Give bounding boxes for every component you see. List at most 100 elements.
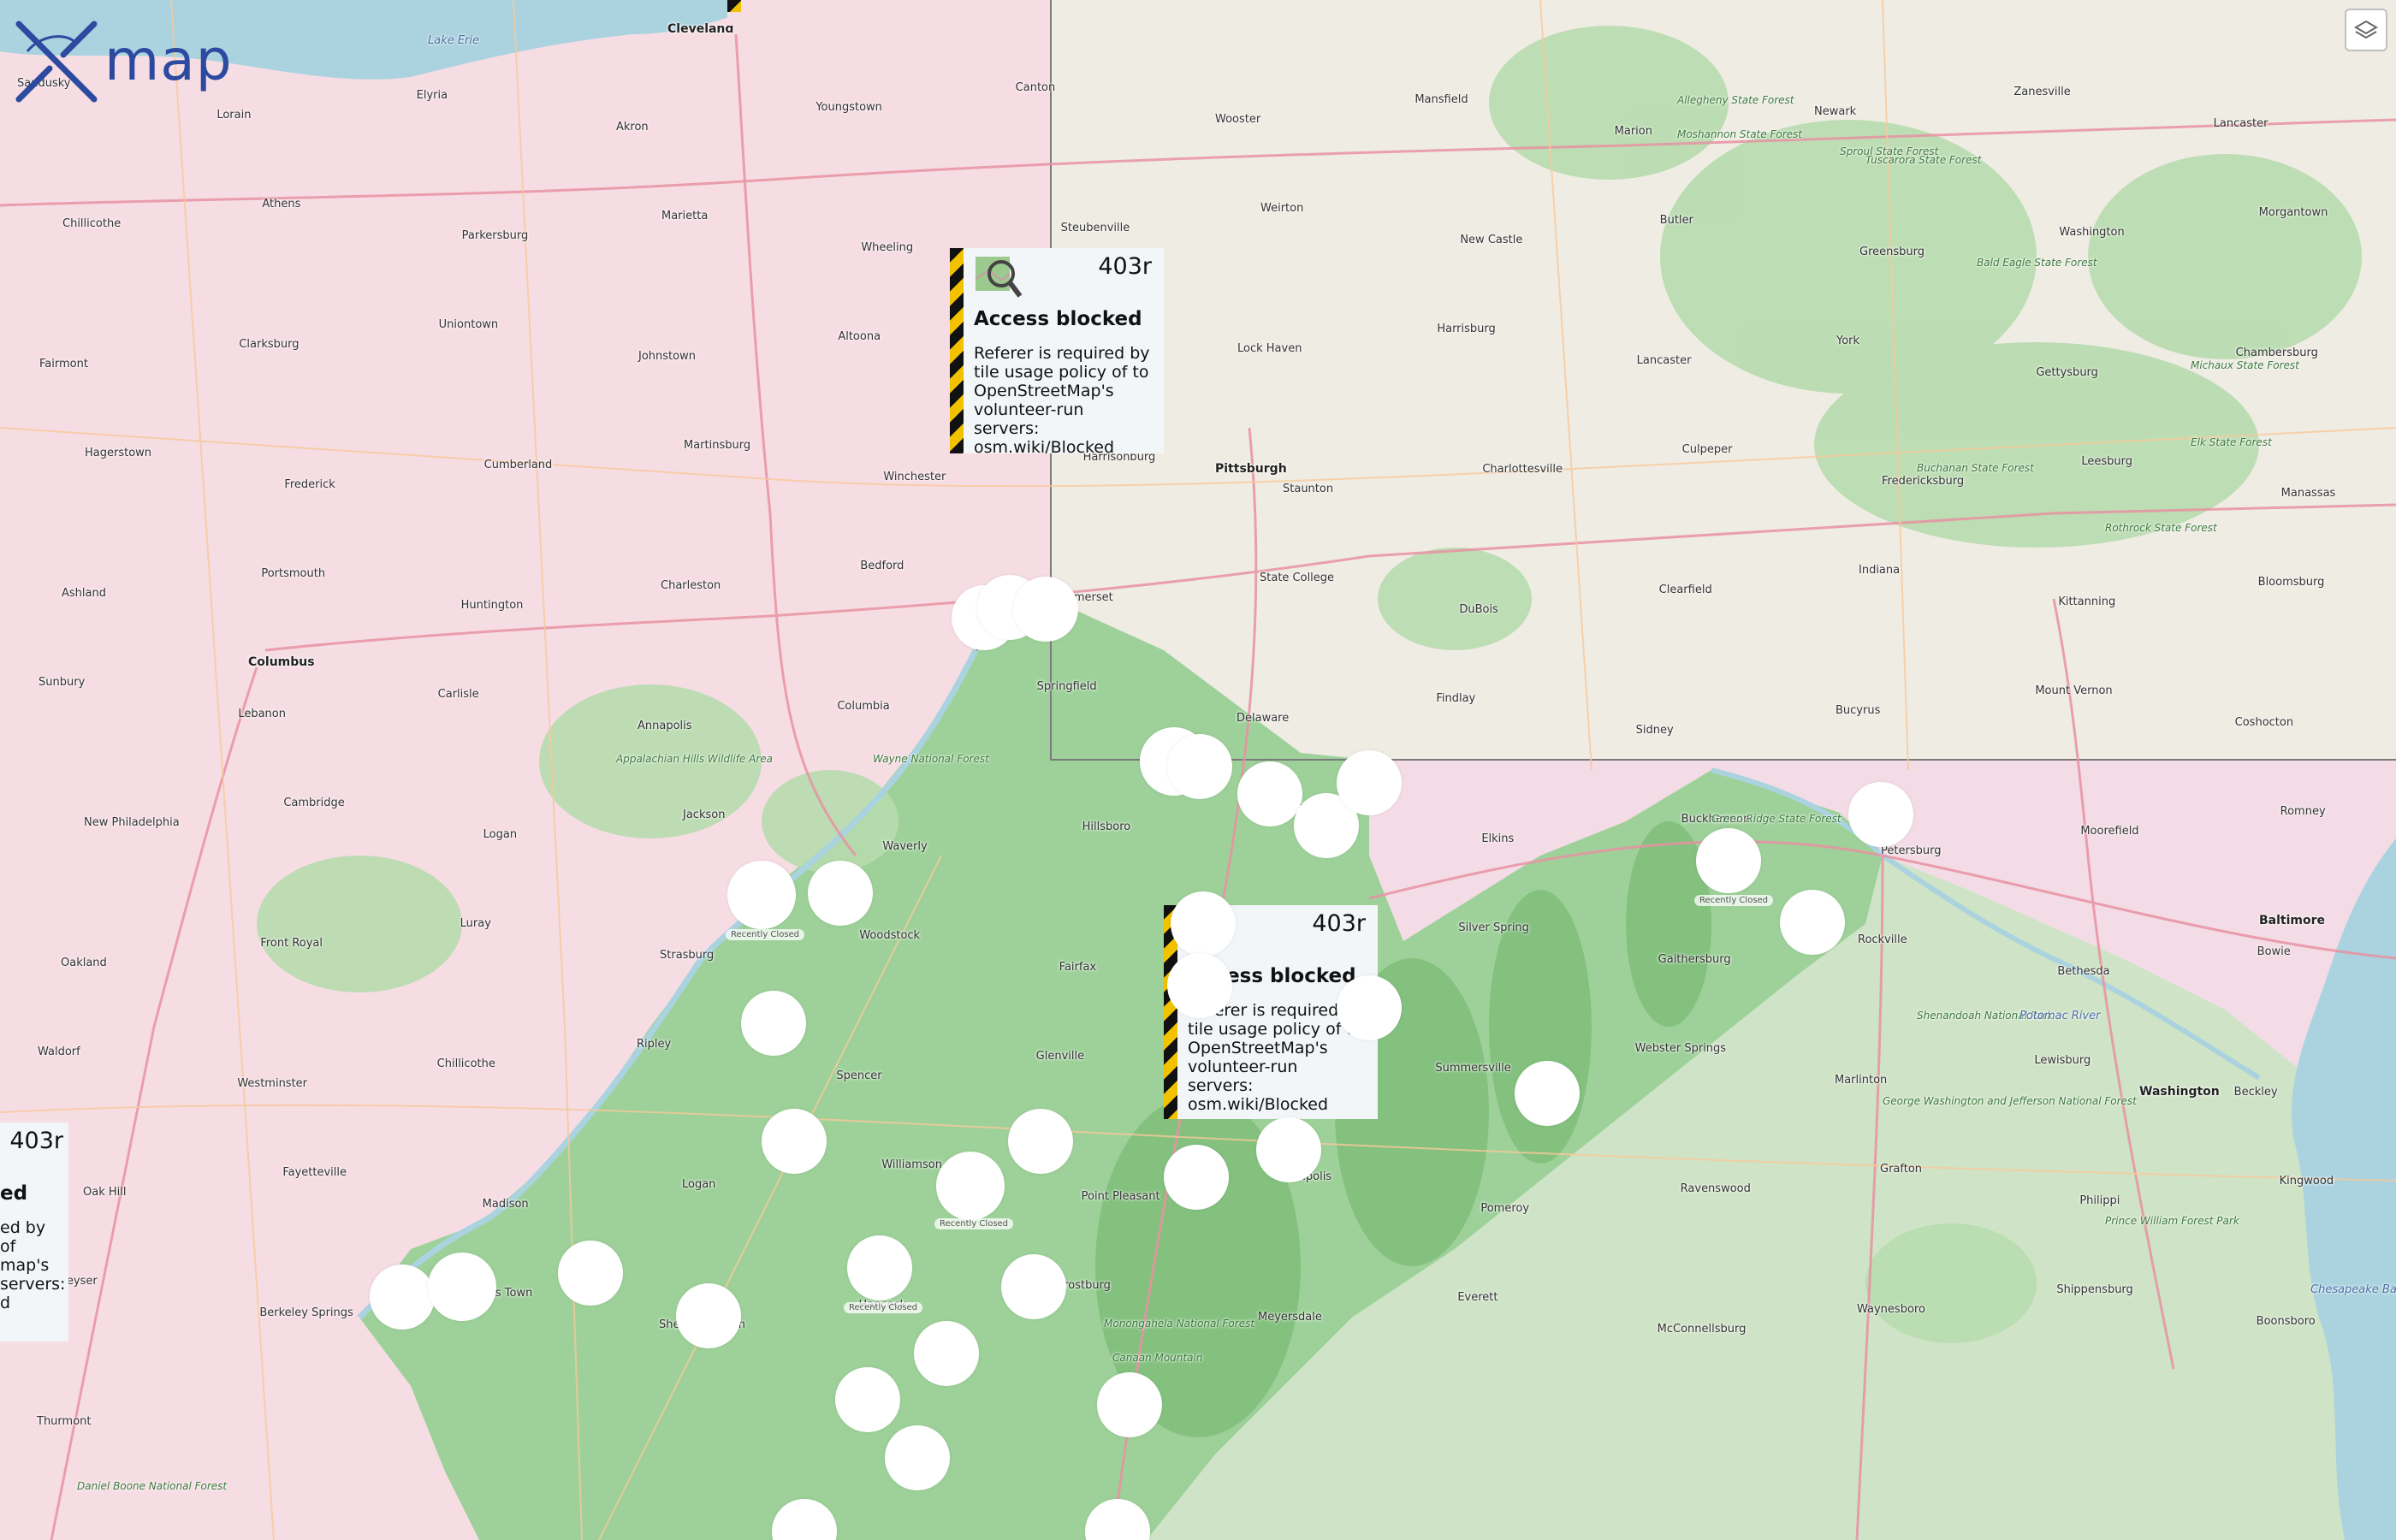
map-marker[interactable] <box>1171 891 1236 957</box>
map-marker[interactable] <box>1696 828 1761 893</box>
place-label: Bucyrus <box>1836 704 1881 717</box>
map-marker[interactable] <box>676 1283 741 1348</box>
place-label: Marlinton <box>1835 1074 1888 1087</box>
marker-label: Recently Closed <box>726 929 805 940</box>
place-label: Mount Vernon <box>2035 684 2113 697</box>
place-label: Coshocton <box>2234 716 2294 729</box>
place-label: Canaan Mountain <box>1112 1352 1203 1364</box>
place-label: Boonsboro <box>2256 1315 2316 1328</box>
place-label: Washington <box>2059 226 2125 239</box>
map-marker[interactable] <box>741 991 806 1056</box>
marker-label: Recently Closed <box>1694 895 1774 906</box>
place-label: George Washington and Jefferson National… <box>1883 1095 2137 1107</box>
place-label: Bald Eagle State Forest <box>1977 257 2097 269</box>
map-marker[interactable] <box>808 861 873 926</box>
map-viewport[interactable]: Cleveland Pittsburgh Columbus Baltimore Wash… <box>0 0 2396 1540</box>
marker-label: Recently Closed <box>844 1302 923 1313</box>
place-label: Bowie <box>2257 945 2291 958</box>
place-label: Springfield <box>1036 680 1097 693</box>
place-label: Kingwood <box>2279 1175 2334 1188</box>
place-label: Winchester <box>883 471 946 483</box>
hazard-stripe <box>950 248 964 453</box>
place-label: Portsmouth <box>261 567 326 580</box>
place-label: Weirton <box>1260 202 1304 215</box>
place-label: Marion <box>1614 125 1652 138</box>
place-label: Lake Erie <box>428 34 480 47</box>
map-marker[interactable] <box>1001 1254 1066 1319</box>
map-marker[interactable] <box>1167 734 1232 799</box>
place-label: Berkeley Springs <box>259 1306 353 1319</box>
map-marker[interactable] <box>1167 953 1232 1018</box>
place-label: York <box>1836 335 1860 347</box>
place-label: Rothrock State Forest <box>2105 522 2217 534</box>
place-label: Carlisle <box>437 688 479 701</box>
map-marker[interactable] <box>370 1265 435 1330</box>
place-label: Allegheny State Forest <box>1677 94 1794 106</box>
map-marker[interactable] <box>936 1152 1005 1220</box>
place-label: Fredericksburg <box>1882 475 1965 488</box>
map-marker[interactable] <box>1256 1117 1321 1182</box>
place-label: Moshannon State Forest <box>1677 128 1802 140</box>
app-logo[interactable]: map <box>15 17 246 106</box>
place-label: Meyersdale <box>1258 1311 1322 1324</box>
place-label: Cambridge <box>283 797 345 809</box>
place-label: Clarksburg <box>239 338 300 351</box>
map-marker[interactable] <box>1337 975 1402 1040</box>
place-label: Madison <box>482 1198 529 1211</box>
map-marker[interactable] <box>1164 1145 1229 1210</box>
map-marker[interactable] <box>558 1241 623 1306</box>
place-label: Prince William Forest Park <box>2105 1215 2239 1227</box>
place-label: Appalachian Hills Wildlife Area <box>616 753 774 765</box>
map-marker[interactable] <box>1008 1109 1073 1174</box>
place-label: Columbus <box>248 655 315 669</box>
place-label: Culpeper <box>1681 443 1733 456</box>
map-marker[interactable] <box>847 1235 912 1300</box>
map-marker[interactable] <box>1337 750 1402 815</box>
place-label: Front Royal <box>260 937 323 950</box>
place-label: Parkersburg <box>461 229 529 242</box>
map-marker[interactable] <box>727 861 796 929</box>
place-label: Hagerstown <box>85 447 152 459</box>
place-label: Clearfield <box>1658 583 1712 596</box>
place-label: Newark <box>1814 105 1857 118</box>
map-marker[interactable] <box>1848 782 1913 847</box>
place-label: Michaux State Forest <box>2191 359 2299 371</box>
place-label: Chambersburg <box>2235 346 2318 359</box>
place-label: Jackson <box>683 808 726 821</box>
place-label: Pittsburgh <box>1215 462 1287 476</box>
place-label: Bloomsburg <box>2257 576 2325 589</box>
place-label: Potomac River <box>2019 1010 2101 1022</box>
place-label: Zanesville <box>2013 86 2071 98</box>
place-label: Spencer <box>836 1069 882 1082</box>
place-label: Gettysburg <box>2036 366 2098 379</box>
place-label: Washington <box>2139 1085 2220 1099</box>
map-marker[interactable] <box>1237 761 1302 826</box>
map-marker[interactable] <box>1780 890 1845 955</box>
place-label: Youngstown <box>815 101 882 114</box>
map-marker[interactable] <box>885 1425 950 1490</box>
map-marker[interactable] <box>914 1321 979 1386</box>
place-label: Shippensburg <box>2056 1283 2133 1296</box>
place-label: Morgantown <box>2258 206 2328 219</box>
place-label: Lewisburg <box>2034 1054 2091 1067</box>
place-label: Romney <box>2280 805 2326 818</box>
place-label: Bedford <box>860 560 904 572</box>
map-marker[interactable] <box>1097 1372 1162 1437</box>
place-label: Lebanon <box>238 708 286 720</box>
map-marker[interactable] <box>762 1109 827 1174</box>
map-marker[interactable] <box>835 1367 900 1432</box>
place-label: Fayetteville <box>282 1166 347 1179</box>
place-label: Williamson <box>881 1158 942 1171</box>
map-marker[interactable] <box>1515 1061 1580 1126</box>
error-code: 403r <box>1312 910 1366 937</box>
error-code: 403r <box>9 1128 63 1154</box>
layers-button[interactable] <box>2345 9 2387 51</box>
place-label: Kittanning <box>2058 595 2116 608</box>
place-label: Charleston <box>661 579 721 592</box>
place-label: Ashland <box>62 587 106 600</box>
map-marker[interactable] <box>1013 577 1078 642</box>
place-label: Elk State Forest <box>2191 436 2272 448</box>
magnifier-map-icon <box>975 257 1023 298</box>
place-label: Oak Hill <box>83 1186 127 1199</box>
map-marker[interactable] <box>428 1253 496 1321</box>
